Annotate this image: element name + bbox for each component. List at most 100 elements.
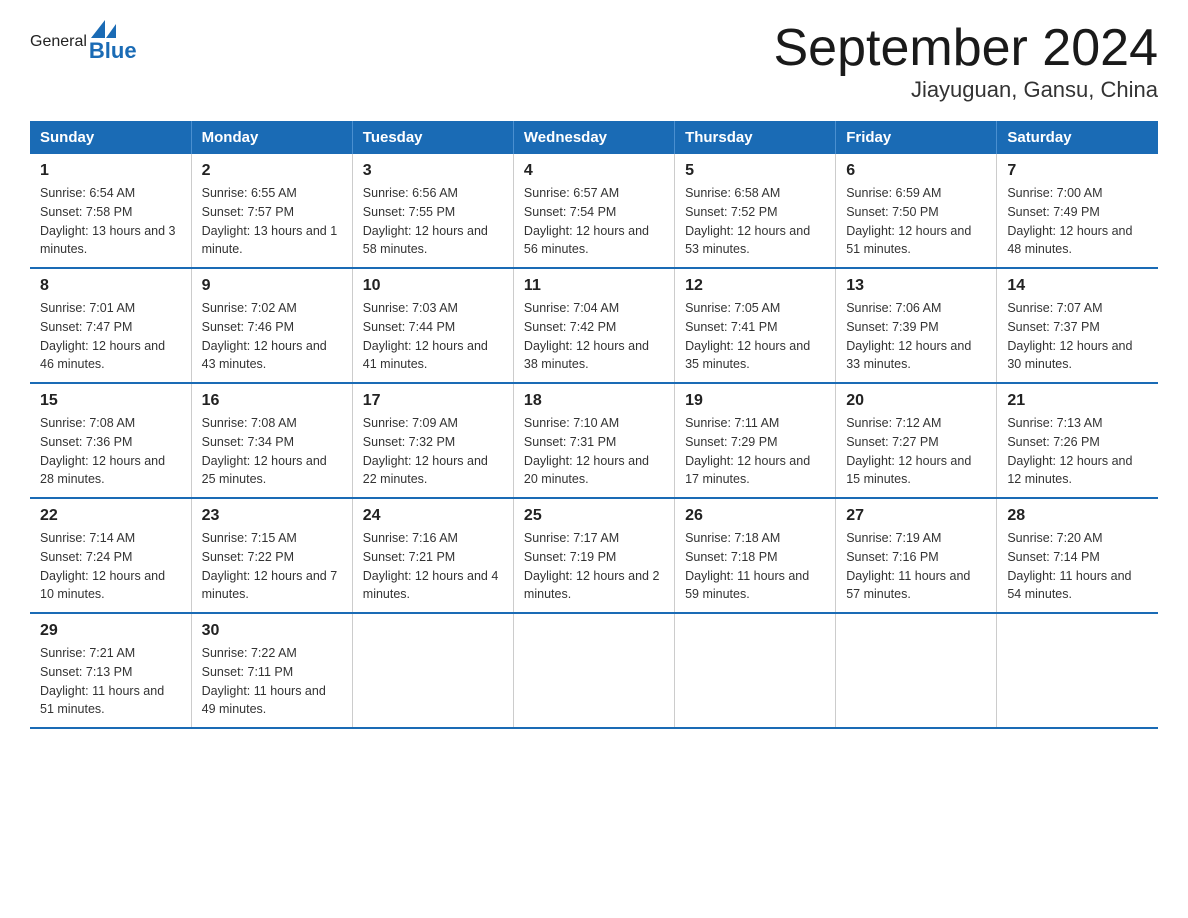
day-number: 2 [202,162,342,180]
day-number: 15 [40,392,181,410]
title-area: September 2024 Jiayuguan, Gansu, China [774,20,1159,103]
day-number: 1 [40,162,181,180]
day-cell [836,613,997,728]
day-info: Sunrise: 7:08 AMSunset: 7:34 PMDaylight:… [202,416,327,486]
day-cell: 14 Sunrise: 7:07 AMSunset: 7:37 PMDaylig… [997,268,1158,383]
day-info: Sunrise: 7:22 AMSunset: 7:11 PMDaylight:… [202,646,326,716]
day-cell: 12 Sunrise: 7:05 AMSunset: 7:41 PMDaylig… [675,268,836,383]
calendar-table: Sunday Monday Tuesday Wednesday Thursday… [30,121,1158,729]
day-number: 22 [40,507,181,525]
day-number: 14 [1007,277,1148,295]
day-cell: 28 Sunrise: 7:20 AMSunset: 7:14 PMDaylig… [997,498,1158,613]
day-number: 6 [846,162,986,180]
day-cell: 16 Sunrise: 7:08 AMSunset: 7:34 PMDaylig… [191,383,352,498]
col-saturday: Saturday [997,121,1158,154]
day-info: Sunrise: 7:17 AMSunset: 7:19 PMDaylight:… [524,531,660,601]
day-cell: 17 Sunrise: 7:09 AMSunset: 7:32 PMDaylig… [352,383,513,498]
day-cell: 5 Sunrise: 6:58 AMSunset: 7:52 PMDayligh… [675,154,836,268]
day-info: Sunrise: 7:10 AMSunset: 7:31 PMDaylight:… [524,416,649,486]
day-number: 16 [202,392,342,410]
day-info: Sunrise: 6:55 AMSunset: 7:57 PMDaylight:… [202,186,338,256]
day-number: 11 [524,277,664,295]
day-info: Sunrise: 7:06 AMSunset: 7:39 PMDaylight:… [846,301,971,371]
day-info: Sunrise: 7:05 AMSunset: 7:41 PMDaylight:… [685,301,810,371]
day-info: Sunrise: 7:09 AMSunset: 7:32 PMDaylight:… [363,416,488,486]
logo: General Blue [30,20,137,64]
day-number: 21 [1007,392,1148,410]
day-info: Sunrise: 7:04 AMSunset: 7:42 PMDaylight:… [524,301,649,371]
day-info: Sunrise: 7:21 AMSunset: 7:13 PMDaylight:… [40,646,164,716]
day-info: Sunrise: 7:08 AMSunset: 7:36 PMDaylight:… [40,416,165,486]
day-number: 24 [363,507,503,525]
day-cell: 23 Sunrise: 7:15 AMSunset: 7:22 PMDaylig… [191,498,352,613]
day-info: Sunrise: 7:12 AMSunset: 7:27 PMDaylight:… [846,416,971,486]
day-cell: 9 Sunrise: 7:02 AMSunset: 7:46 PMDayligh… [191,268,352,383]
logo-blue-part: Blue [89,20,137,64]
day-cell: 29 Sunrise: 7:21 AMSunset: 7:13 PMDaylig… [30,613,191,728]
day-number: 28 [1007,507,1148,525]
day-number: 3 [363,162,503,180]
day-cell: 30 Sunrise: 7:22 AMSunset: 7:11 PMDaylig… [191,613,352,728]
day-info: Sunrise: 7:13 AMSunset: 7:26 PMDaylight:… [1007,416,1132,486]
day-number: 12 [685,277,825,295]
day-number: 18 [524,392,664,410]
logo-blue-text: Blue [89,38,137,64]
day-cell: 27 Sunrise: 7:19 AMSunset: 7:16 PMDaylig… [836,498,997,613]
day-cell: 26 Sunrise: 7:18 AMSunset: 7:18 PMDaylig… [675,498,836,613]
day-info: Sunrise: 7:07 AMSunset: 7:37 PMDaylight:… [1007,301,1132,371]
day-cell: 18 Sunrise: 7:10 AMSunset: 7:31 PMDaylig… [513,383,674,498]
col-tuesday: Tuesday [352,121,513,154]
day-number: 25 [524,507,664,525]
day-number: 8 [40,277,181,295]
header-row: Sunday Monday Tuesday Wednesday Thursday… [30,121,1158,154]
day-info: Sunrise: 7:11 AMSunset: 7:29 PMDaylight:… [685,416,810,486]
day-info: Sunrise: 7:01 AMSunset: 7:47 PMDaylight:… [40,301,165,371]
day-info: Sunrise: 7:02 AMSunset: 7:46 PMDaylight:… [202,301,327,371]
week-row-5: 29 Sunrise: 7:21 AMSunset: 7:13 PMDaylig… [30,613,1158,728]
day-info: Sunrise: 7:18 AMSunset: 7:18 PMDaylight:… [685,531,809,601]
day-number: 7 [1007,162,1148,180]
day-cell: 20 Sunrise: 7:12 AMSunset: 7:27 PMDaylig… [836,383,997,498]
day-number: 13 [846,277,986,295]
week-row-4: 22 Sunrise: 7:14 AMSunset: 7:24 PMDaylig… [30,498,1158,613]
day-cell: 21 Sunrise: 7:13 AMSunset: 7:26 PMDaylig… [997,383,1158,498]
day-info: Sunrise: 6:56 AMSunset: 7:55 PMDaylight:… [363,186,488,256]
day-number: 27 [846,507,986,525]
day-cell: 2 Sunrise: 6:55 AMSunset: 7:57 PMDayligh… [191,154,352,268]
col-friday: Friday [836,121,997,154]
logo-general-text: General [30,33,87,51]
day-cell [675,613,836,728]
day-info: Sunrise: 7:14 AMSunset: 7:24 PMDaylight:… [40,531,165,601]
week-row-3: 15 Sunrise: 7:08 AMSunset: 7:36 PMDaylig… [30,383,1158,498]
day-cell: 15 Sunrise: 7:08 AMSunset: 7:36 PMDaylig… [30,383,191,498]
col-sunday: Sunday [30,121,191,154]
day-info: Sunrise: 7:19 AMSunset: 7:16 PMDaylight:… [846,531,970,601]
day-info: Sunrise: 6:59 AMSunset: 7:50 PMDaylight:… [846,186,971,256]
header: General Blue September 2024 Jiayuguan, G… [30,20,1158,103]
day-cell [513,613,674,728]
col-thursday: Thursday [675,121,836,154]
day-cell: 13 Sunrise: 7:06 AMSunset: 7:39 PMDaylig… [836,268,997,383]
day-number: 5 [685,162,825,180]
day-cell: 24 Sunrise: 7:16 AMSunset: 7:21 PMDaylig… [352,498,513,613]
day-number: 4 [524,162,664,180]
day-info: Sunrise: 6:54 AMSunset: 7:58 PMDaylight:… [40,186,176,256]
day-number: 17 [363,392,503,410]
day-number: 19 [685,392,825,410]
day-info: Sunrise: 7:15 AMSunset: 7:22 PMDaylight:… [202,531,338,601]
calendar-subtitle: Jiayuguan, Gansu, China [774,77,1159,103]
col-wednesday: Wednesday [513,121,674,154]
day-cell: 10 Sunrise: 7:03 AMSunset: 7:44 PMDaylig… [352,268,513,383]
day-cell [352,613,513,728]
day-cell: 3 Sunrise: 6:56 AMSunset: 7:55 PMDayligh… [352,154,513,268]
day-number: 10 [363,277,503,295]
day-cell: 7 Sunrise: 7:00 AMSunset: 7:49 PMDayligh… [997,154,1158,268]
day-cell: 6 Sunrise: 6:59 AMSunset: 7:50 PMDayligh… [836,154,997,268]
week-row-1: 1 Sunrise: 6:54 AMSunset: 7:58 PMDayligh… [30,154,1158,268]
day-cell: 4 Sunrise: 6:57 AMSunset: 7:54 PMDayligh… [513,154,674,268]
day-cell: 8 Sunrise: 7:01 AMSunset: 7:47 PMDayligh… [30,268,191,383]
week-row-2: 8 Sunrise: 7:01 AMSunset: 7:47 PMDayligh… [30,268,1158,383]
day-info: Sunrise: 7:03 AMSunset: 7:44 PMDaylight:… [363,301,488,371]
day-info: Sunrise: 7:20 AMSunset: 7:14 PMDaylight:… [1007,531,1131,601]
day-number: 26 [685,507,825,525]
